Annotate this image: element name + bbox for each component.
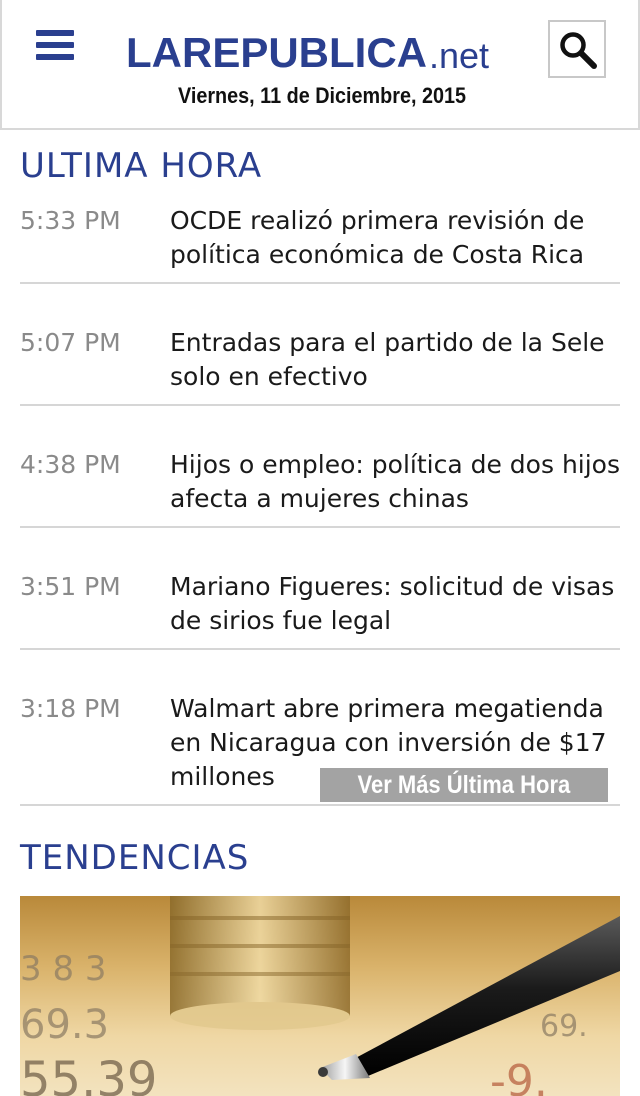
ultima-hora-title: ULTIMA HORA [20,146,263,186]
news-headline[interactable]: Entradas para el partido de la Sele solo… [170,326,620,404]
tendencias-photo[interactable]: 3 8 3 69.3 55.39 -9. 69. [20,896,620,1096]
news-item[interactable]: 3:51 PM Mariano Figueres: solicitud de v… [20,564,620,650]
news-time: 5:07 PM [20,328,121,357]
coins-and-pen-illustration: 3 8 3 69.3 55.39 -9. 69. [20,896,620,1096]
news-headline[interactable]: Mariano Figueres: solicitud de visas de … [170,570,620,648]
search-icon [560,32,597,69]
news-headline[interactable]: OCDE realizó primera revisión de polític… [170,204,620,282]
pen [318,916,620,1080]
site-logo[interactable]: LAREPUBLICA .net [126,22,516,74]
site-header: LAREPUBLICA .net Viernes, 11 de Diciembr… [0,0,640,130]
image-number-5539: 55.39 [20,1052,157,1096]
image-number-neg: -9. [490,1056,548,1096]
svg-text:3 8 3: 3 8 3 [20,949,107,989]
hamburger-menu-icon[interactable] [36,30,76,62]
search-button[interactable] [548,20,606,78]
news-time: 3:51 PM [20,572,121,601]
news-time: 3:18 PM [20,694,121,723]
news-item[interactable]: 5:07 PM Entradas para el partido de la S… [20,320,620,406]
current-date: Viernes, 11 de Diciembre, 2015 [177,83,467,108]
svg-text:69.: 69. [540,1009,588,1044]
coin-stack [170,896,350,1030]
ver-mas-label: Ver Más Última Hora [357,771,571,799]
news-item[interactable]: 4:38 PM Hijos o empleo: política de dos … [20,442,620,528]
ver-mas-ultima-hora-button[interactable]: Ver Más Última Hora [320,768,608,802]
svg-text:69.3: 69.3 [20,1002,109,1048]
news-item[interactable]: 5:33 PM OCDE realizó primera revisión de… [20,198,620,284]
logo-net-text: .net [429,35,490,76]
news-time: 4:38 PM [20,450,121,479]
news-time: 5:33 PM [20,206,121,235]
ultima-hora-list: 5:33 PM OCDE realizó primera revisión de… [20,198,620,806]
tendencias-title: TENDENCIAS [20,838,250,878]
logo-main-text: LAREPUBLICA [126,29,427,76]
news-headline[interactable]: Hijos o empleo: política de dos hijos af… [170,448,620,526]
